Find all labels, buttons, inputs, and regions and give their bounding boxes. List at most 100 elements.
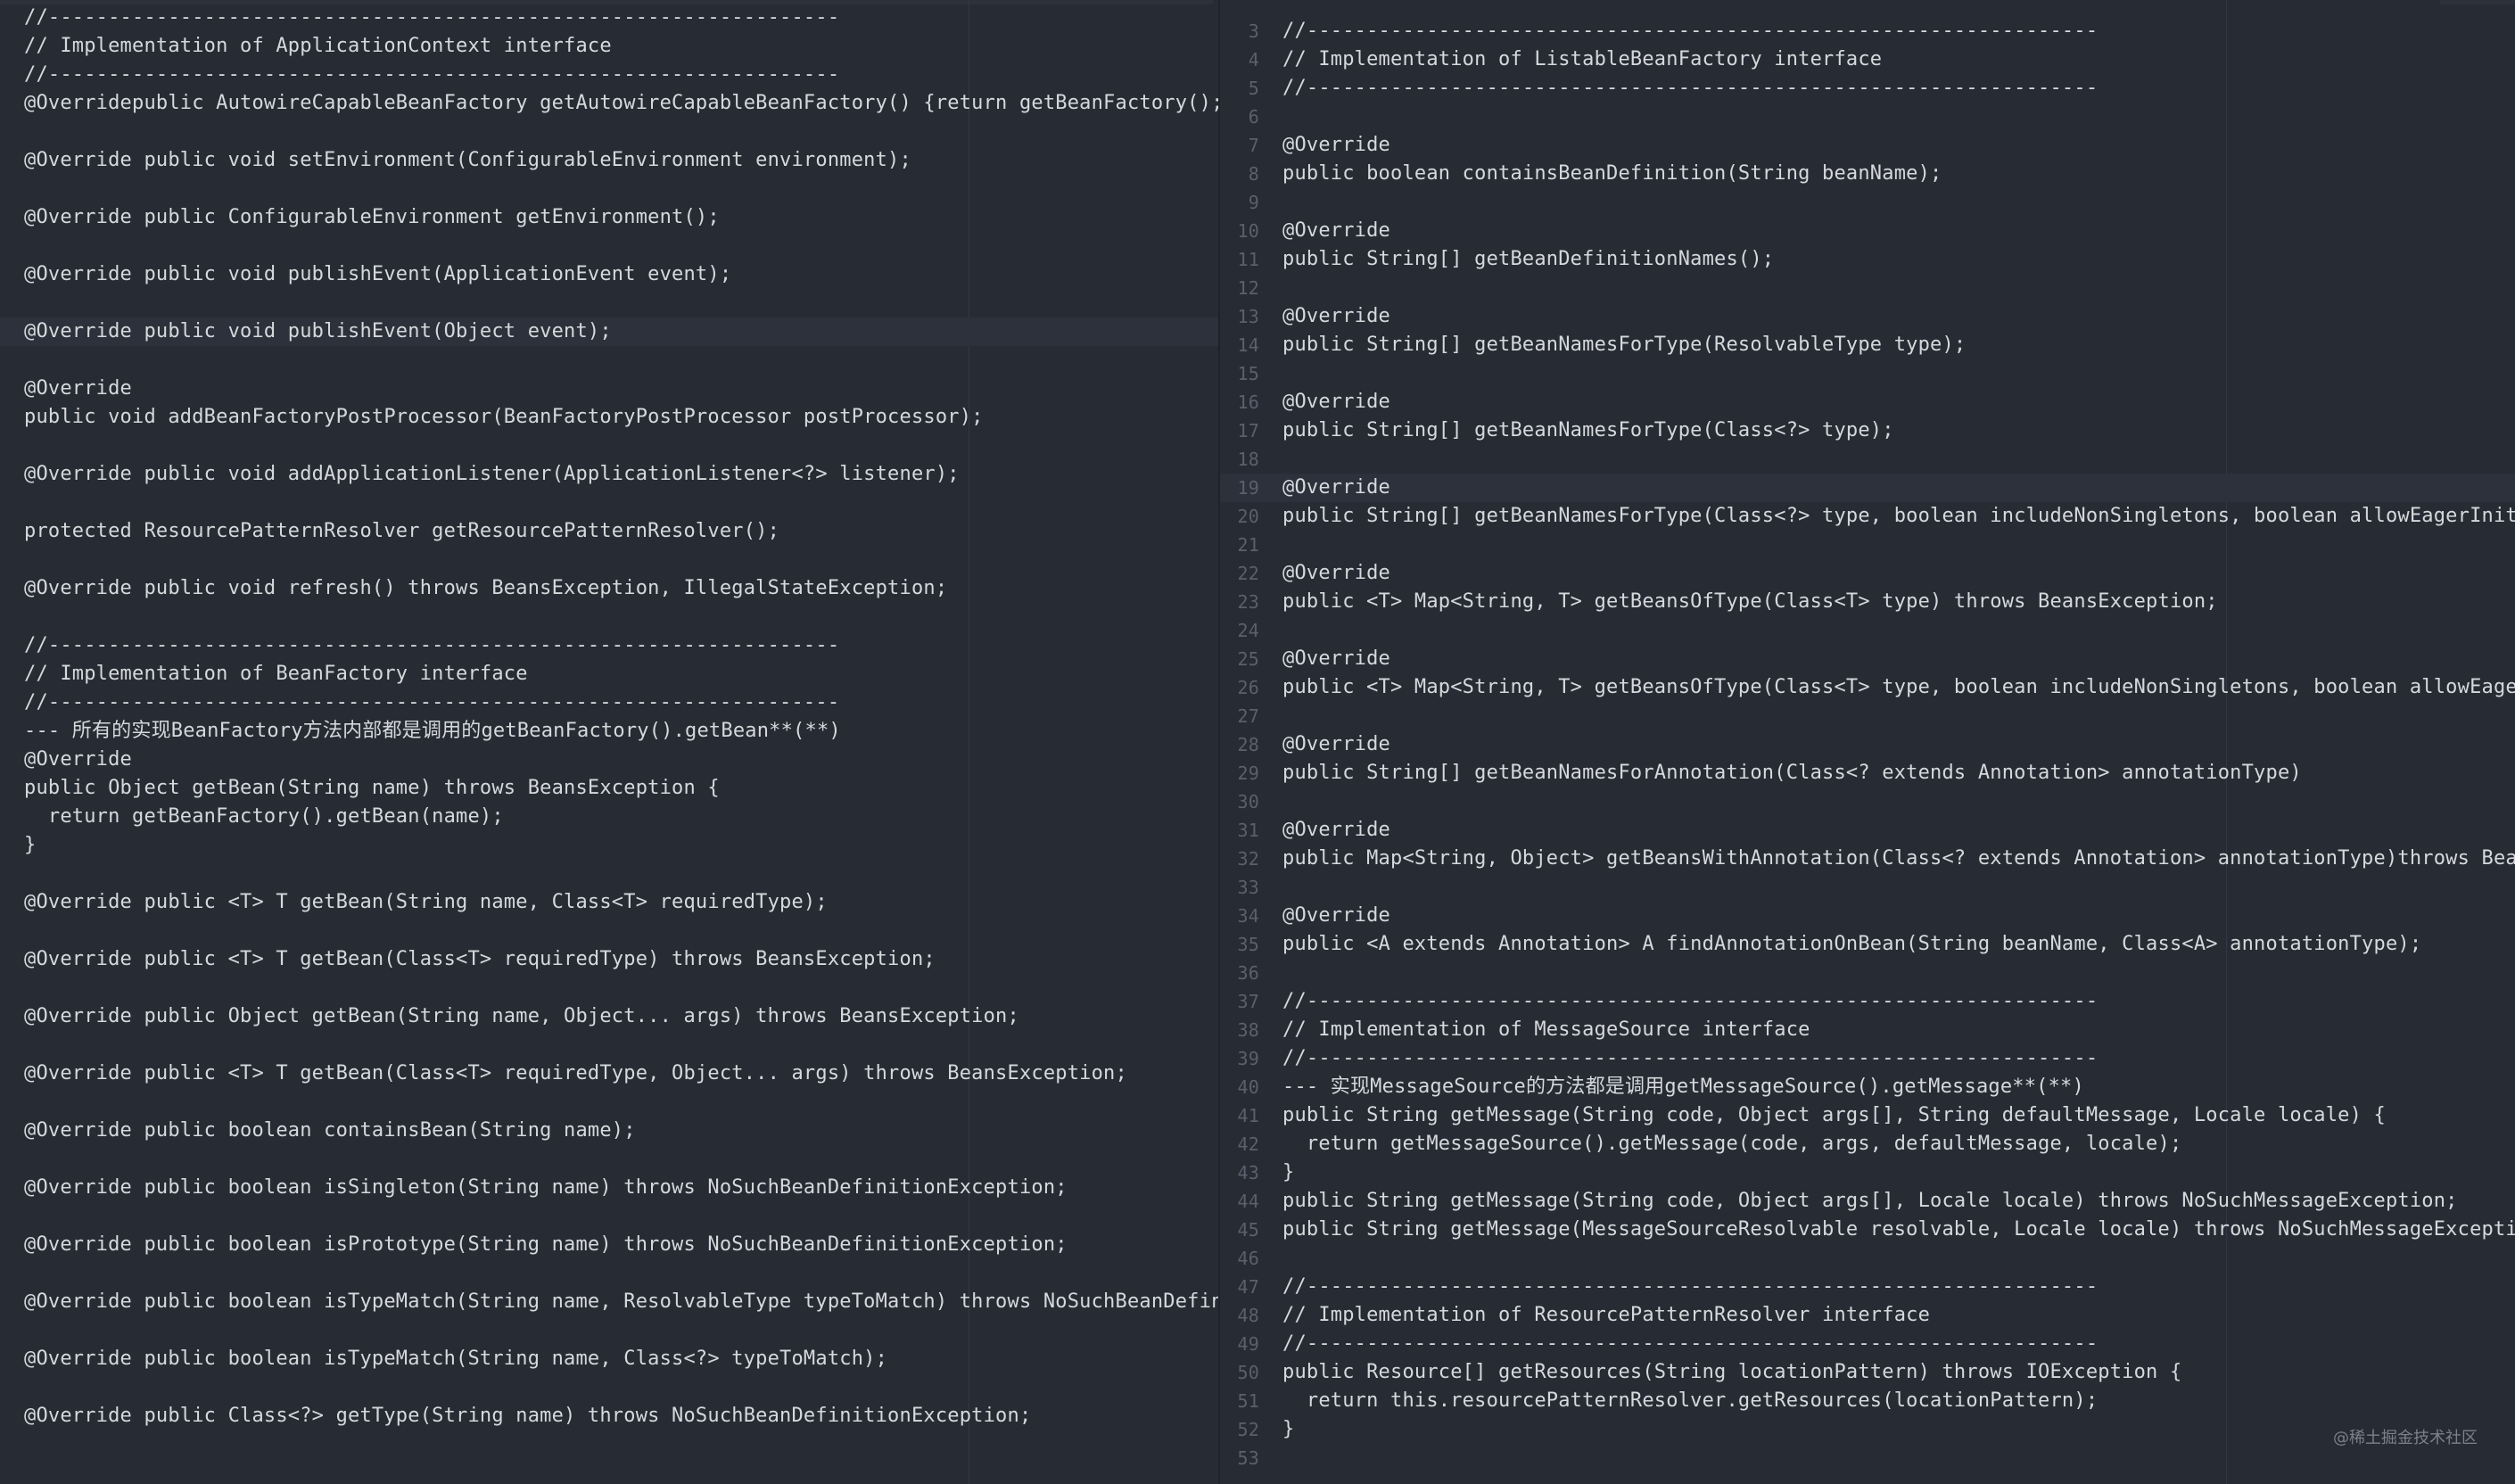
right-code-line[interactable]: 34 @Override <box>1220 902 2515 930</box>
left-code-line[interactable]: //--------------------------------------… <box>0 4 1220 32</box>
left-code-line[interactable]: @Override public <T> T getBean(Class<T> … <box>0 1059 1220 1088</box>
left-code-line[interactable]: //--------------------------------------… <box>0 631 1220 660</box>
right-code-line[interactable]: 28 @Override <box>1220 730 2515 759</box>
right-code-line[interactable]: 27 <box>1220 702 2515 730</box>
left-code-line[interactable]: @Override public <T> T getBean(String na… <box>0 888 1220 917</box>
right-code-line[interactable]: 49 //------------------------------------… <box>1220 1330 2515 1358</box>
right-code-line[interactable]: 43} <box>1220 1158 2515 1187</box>
left-code-line[interactable]: @Override public void setEnvironment(Con… <box>0 146 1220 175</box>
left-code-line[interactable]: @Override public Class<?> getType(String… <box>0 1402 1220 1430</box>
right-code-line[interactable]: 40 --- 实现MessageSource的方法都是调用getMessageSo… <box>1220 1073 2515 1101</box>
left-code-line[interactable] <box>0 232 1220 260</box>
left-code-line[interactable]: @Override public Object getBean(String n… <box>0 1002 1220 1031</box>
right-code-line[interactable]: 26 public <T> Map<String, T> getBeansOfTy… <box>1220 673 2515 702</box>
right-code-line[interactable]: 21 <box>1220 531 2515 559</box>
left-code-line[interactable] <box>0 1373 1220 1402</box>
right-code-line[interactable]: 18 <box>1220 445 2515 474</box>
left-code-line[interactable] <box>0 1088 1220 1117</box>
left-code-line[interactable]: @Override public boolean isTypeMatch(Str… <box>0 1288 1220 1316</box>
right-code-line[interactable]: 38 // Implementation of MessageSource int… <box>1220 1016 2515 1044</box>
right-code-line[interactable]: 3 //-------------------------------------… <box>1220 17 2515 45</box>
left-code-line[interactable] <box>0 974 1220 1002</box>
right-code-line[interactable]: 10 @Override <box>1220 217 2515 245</box>
left-code-line[interactable]: // Implementation of ApplicationContext … <box>0 32 1220 61</box>
left-code-line[interactable] <box>0 1259 1220 1288</box>
right-code-line[interactable]: 14 public String[] getBeanNamesForType(Re… <box>1220 331 2515 359</box>
left-code-line[interactable]: @Override public void refresh() throws B… <box>0 574 1220 603</box>
left-code-line[interactable]: //--------------------------------------… <box>0 688 1220 717</box>
left-code-line[interactable]: protected ResourcePatternResolver getRes… <box>0 517 1220 546</box>
right-code-line[interactable]: 24 <box>1220 616 2515 645</box>
right-code-line[interactable]: 33 <box>1220 873 2515 902</box>
right-code-line[interactable]: 15 <box>1220 359 2515 388</box>
right-code-line[interactable]: 36 <box>1220 959 2515 987</box>
left-code-line[interactable]: @Override public boolean isSingleton(Str… <box>0 1174 1220 1202</box>
left-code-line[interactable]: @Override <box>0 375 1220 403</box>
right-code-line[interactable]: 31 @Override <box>1220 816 2515 845</box>
left-code-line[interactable] <box>0 432 1220 460</box>
left-code-line[interactable]: @Override public boolean isPrototype(Str… <box>0 1231 1220 1259</box>
right-code-line[interactable]: 13 @Override <box>1220 302 2515 331</box>
right-code-line[interactable]: 16 @Override <box>1220 388 2515 416</box>
left-code-line[interactable] <box>0 1202 1220 1231</box>
right-code-line[interactable]: 44 public String getMessage(String code, … <box>1220 1187 2515 1216</box>
right-code-line[interactable]: 48 // Implementation of ResourcePatternRe… <box>1220 1301 2515 1330</box>
right-code-line[interactable]: 46 <box>1220 1244 2515 1273</box>
left-code-line[interactable]: @Override public boolean containsBean(St… <box>0 1117 1220 1145</box>
left-code-line[interactable] <box>0 546 1220 574</box>
left-code-line[interactable] <box>0 1145 1220 1174</box>
left-code-line[interactable]: @Overridepublic AutowireCapableBeanFacto… <box>0 89 1220 118</box>
left-code-line[interactable]: public Object getBean(String name) throw… <box>0 774 1220 803</box>
right-code-line[interactable]: 8 public boolean containsBeanDefinition(S… <box>1220 160 2515 188</box>
left-code-line[interactable]: @Override public ConfigurableEnvironment… <box>0 203 1220 232</box>
right-code-line[interactable]: 29 public String[] getBeanNamesForAnnotat… <box>1220 759 2515 787</box>
left-code-line[interactable] <box>0 289 1220 317</box>
left-code-line[interactable]: return getBeanFactory().getBean(name); <box>0 803 1220 831</box>
left-code-line[interactable] <box>0 118 1220 146</box>
left-code-line[interactable] <box>0 603 1220 631</box>
left-code-line[interactable]: @Override public void publishEvent(Appli… <box>0 260 1220 289</box>
right-code-line[interactable]: 23 public <T> Map<String, T> getBeansOfTy… <box>1220 588 2515 616</box>
left-code-line[interactable]: @Override public void publishEvent(Objec… <box>0 317 1220 346</box>
right-code-line[interactable]: 32 public Map<String, Object> getBeansWit… <box>1220 845 2515 873</box>
left-code-line[interactable] <box>0 860 1220 888</box>
left-editor-pane[interactable]: //--------------------------------------… <box>0 0 1220 1484</box>
right-code-line[interactable]: 51 return this.resourcePatternResolver.g… <box>1220 1387 2515 1415</box>
right-code-line[interactable]: 12 <box>1220 274 2515 302</box>
left-code-line[interactable]: @Override <box>0 746 1220 774</box>
right-code-line[interactable]: 50 public Resource[] getResources(String … <box>1220 1358 2515 1387</box>
left-code-line[interactable]: //--------------------------------------… <box>0 61 1220 89</box>
right-code-line[interactable]: 20 public String[] getBeanNamesForType(Cl… <box>1220 502 2515 531</box>
right-code-line[interactable]: 52} <box>1220 1415 2515 1444</box>
right-code-line[interactable]: 25 @Override <box>1220 645 2515 673</box>
right-code-line[interactable]: 7 @Override <box>1220 131 2515 160</box>
right-code-line[interactable]: 11 public String[] getBeanDefinitionNames… <box>1220 245 2515 274</box>
left-code-line[interactable]: public void addBeanFactoryPostProcessor(… <box>0 403 1220 432</box>
right-code-line[interactable]: 6 <box>1220 103 2515 131</box>
left-code-line[interactable] <box>0 1031 1220 1059</box>
right-code-line[interactable]: 4 // Implementation of ListableBeanFactor… <box>1220 45 2515 74</box>
right-editor-pane[interactable]: 3 //-------------------------------------… <box>1220 0 2515 1484</box>
left-code-line[interactable]: } <box>0 831 1220 860</box>
left-code-line[interactable] <box>0 346 1220 375</box>
right-code-line[interactable]: 42 return getMessageSource().getMessage(… <box>1220 1130 2515 1158</box>
left-code-line[interactable]: @Override public boolean isTypeMatch(Str… <box>0 1345 1220 1373</box>
left-code-line[interactable]: @Override public <T> T getBean(Class<T> … <box>0 945 1220 974</box>
right-code-line[interactable]: 47 //------------------------------------… <box>1220 1273 2515 1301</box>
right-code-line[interactable]: 37 //------------------------------------… <box>1220 987 2515 1016</box>
right-code-line[interactable]: 5 //-------------------------------------… <box>1220 74 2515 103</box>
left-code-line[interactable] <box>0 175 1220 203</box>
right-code-line[interactable]: 9 <box>1220 188 2515 217</box>
right-code-line[interactable]: 35 public <A extends Annotation> A findAn… <box>1220 930 2515 959</box>
right-code-area[interactable]: 3 //-------------------------------------… <box>1220 17 2515 1472</box>
left-code-line[interactable] <box>0 1316 1220 1345</box>
left-code-line[interactable]: // Implementation of BeanFactory interfa… <box>0 660 1220 688</box>
left-code-area[interactable]: //--------------------------------------… <box>0 4 1220 1430</box>
right-code-line[interactable]: 17 public String[] getBeanNamesForType(Cl… <box>1220 416 2515 445</box>
right-code-line[interactable]: 22 @Override <box>1220 559 2515 588</box>
right-code-line[interactable]: 30 <box>1220 787 2515 816</box>
right-code-line[interactable]: 53 <box>1220 1444 2515 1472</box>
right-code-line[interactable]: 45 public String getMessage(MessageSource… <box>1220 1216 2515 1244</box>
left-code-line[interactable] <box>0 917 1220 945</box>
right-code-line[interactable]: 19 @Override <box>1220 474 2515 502</box>
